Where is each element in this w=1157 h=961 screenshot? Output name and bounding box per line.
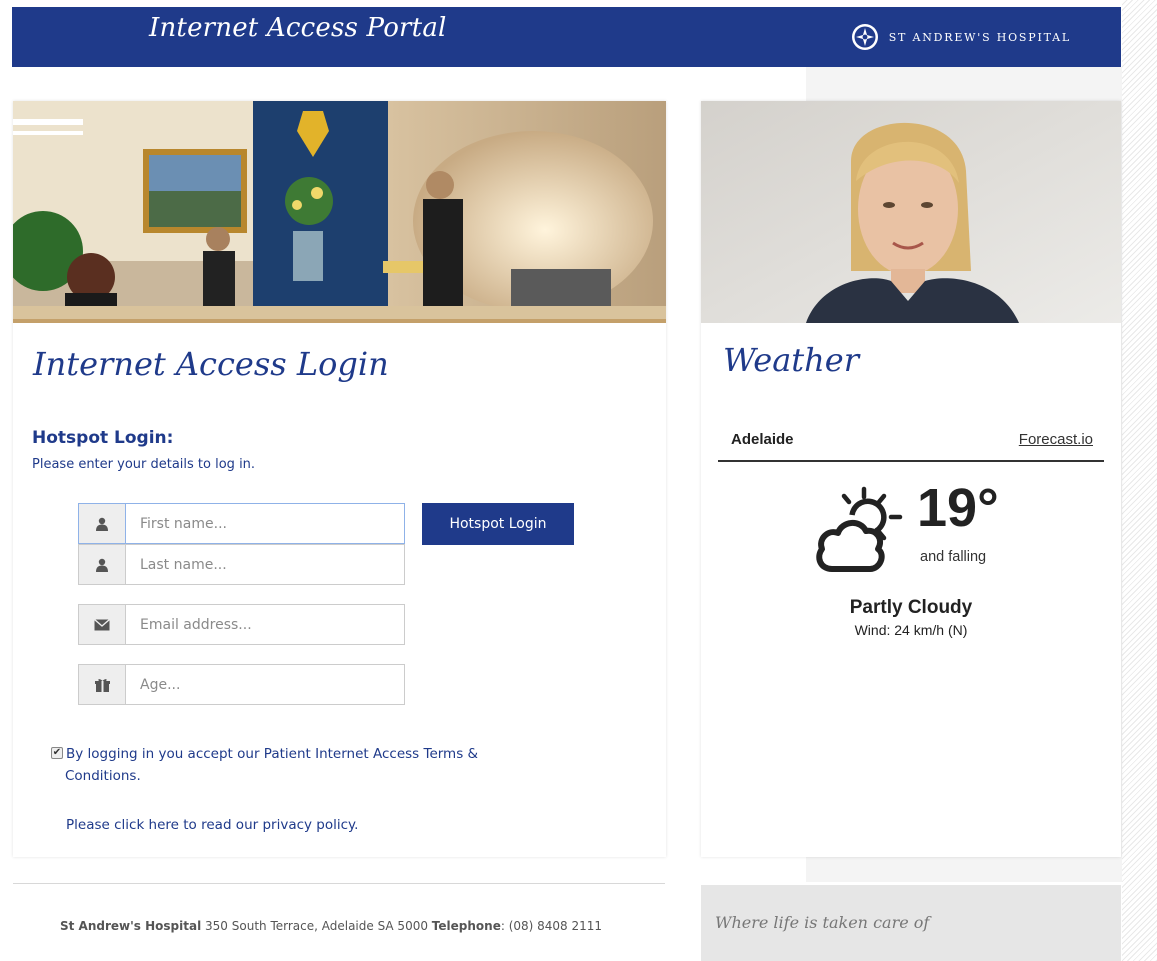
tagline-box: Where life is taken care of [701,885,1121,961]
email-field [78,604,405,645]
background-pattern [1122,0,1157,961]
weather-temperature: 19° [917,478,999,538]
login-panel: Internet Access Login Hotspot Login: Ple… [13,101,666,857]
footer-phone: : (08) 8408 2111 [500,919,603,933]
weather-wind: Wind: 24 km/h (N) [854,622,968,638]
envelope-icon [79,605,126,644]
age-field [78,664,405,705]
user-icon [79,504,126,543]
last-name-field [78,544,405,585]
terms-checkbox[interactable]: ✔ [51,747,63,759]
brand: ST ANDREW'S HOSPITAL [851,23,1071,51]
terms-line-1: By logging in you accept our Patient Int… [66,746,479,762]
reception-photo [13,101,666,323]
footer-street: 350 South Terrace, Adelaide SA 5000 [205,919,428,933]
login-heading: Internet Access Login [33,345,389,383]
footer-address: St Andrew's Hospital 350 South Terrace, … [60,919,602,933]
brand-name: ST ANDREW'S HOSPITAL [888,30,1071,44]
weather-heading: Weather [723,341,859,379]
tagline: Where life is taken care of [715,913,930,932]
weather-trend: and falling [920,549,987,565]
first-name-input[interactable] [126,504,404,543]
email-input[interactable] [126,605,404,644]
privacy-policy-link[interactable]: Please click here to read our privacy po… [66,817,358,833]
partly-cloudy-icon [816,486,903,572]
last-name-input[interactable] [126,545,404,584]
footer-divider [13,883,665,884]
user-icon [79,545,126,584]
crest-icon [851,24,878,50]
first-name-field [78,503,405,544]
portal-title: Internet Access Portal [149,13,447,43]
footer-phone-label: Telephone [431,919,501,933]
weather-panel: Weather Adelaide Forecast.io 19° and fal… [701,101,1121,857]
hotspot-instructions: Please enter your details to log in. [32,457,256,472]
staff-photo [701,101,1121,323]
header-bar: Internet Access Portal ST ANDREW'S HOSPI… [12,7,1121,67]
footer-org: St Andrew's Hospital [60,919,202,933]
weather-city: Adelaide [731,431,794,448]
terms-text: ✔ By logging in you accept our Patient In… [51,743,521,787]
gift-icon [79,665,126,704]
hotspot-login-button[interactable]: Hotspot Login [422,503,574,545]
age-input[interactable] [126,665,404,704]
forecast-link[interactable]: Forecast.io [1019,431,1093,448]
terms-line-2: Conditions. [65,768,141,784]
weather-summary: Partly Cloudy [849,597,973,618]
hotspot-title: Hotspot Login: [32,428,174,448]
weather-header: Adelaide Forecast.io [718,428,1104,462]
